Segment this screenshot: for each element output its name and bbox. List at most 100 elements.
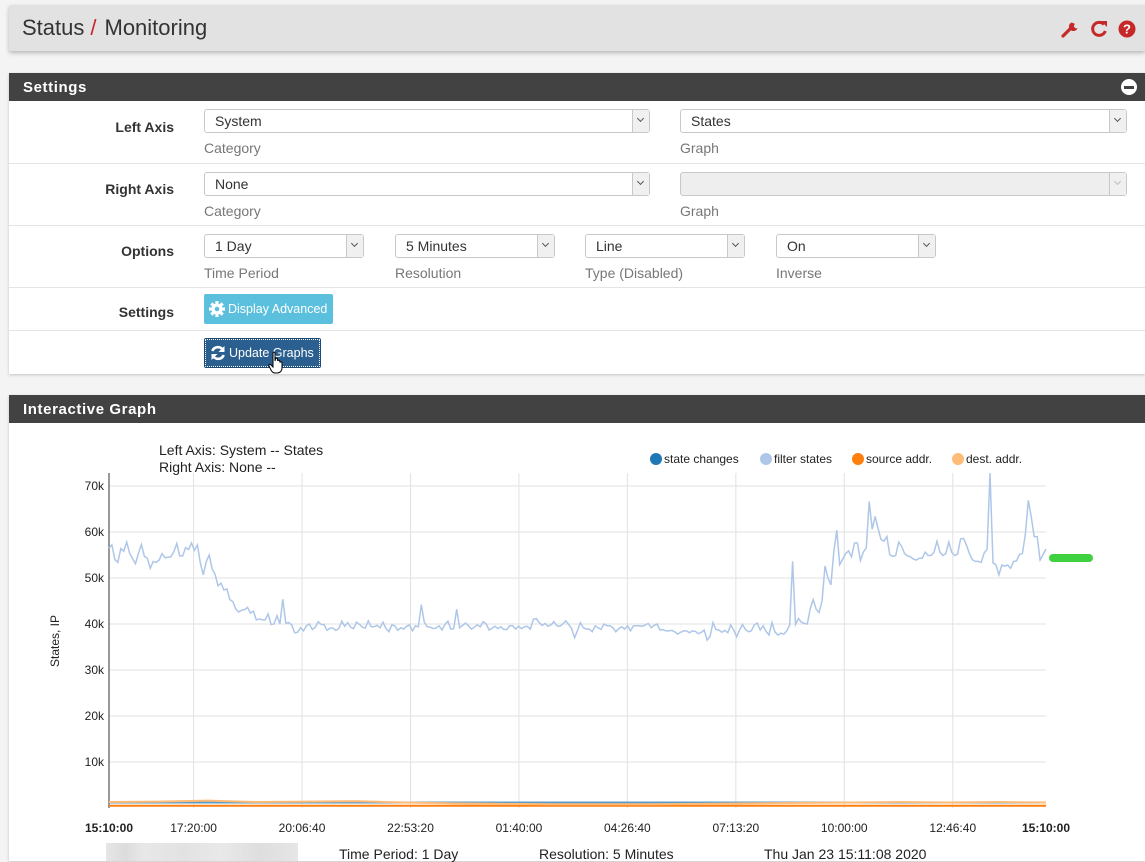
update-row: Update Graphs <box>9 331 1145 374</box>
time-period-value: 1 Day <box>215 238 252 254</box>
resolution-help: Resolution <box>395 265 462 281</box>
legend-swatch <box>952 453 964 465</box>
legend-item[interactable]: dest. addr. <box>952 452 1022 466</box>
x-tick-label: 17:20:00 <box>170 821 217 835</box>
footer-resolution: Resolution: 5 Minutes <box>539 846 674 862</box>
chevron-down-icon <box>537 235 554 257</box>
legend-swatch <box>650 453 662 465</box>
breadcrumb-monitoring: Monitoring <box>104 15 208 40</box>
x-axis-ticks: 15:10:00 17:20:00 20:06:40 22:53:20 01:40:00… <box>85 821 1070 835</box>
chart-subtitle: Right Axis: None -- <box>159 459 276 475</box>
y-tick-label: 50k <box>85 571 105 585</box>
page-header: Status / Monitoring ? <box>9 5 1145 51</box>
y-axis-ticks: 10k 20k 30k 40k 50k 60k 70k <box>85 479 105 769</box>
series-lines <box>108 473 1047 807</box>
x-tick-label: 15:10:00 <box>1022 821 1070 835</box>
right-axis-graph-help: Graph <box>680 203 719 219</box>
legend-label: dest. addr. <box>966 452 1022 466</box>
footer-time-period: Time Period: 1 Day <box>339 846 459 862</box>
x-tick-label: 07:13:20 <box>712 821 759 835</box>
right-axis-row: Right Axis None Category Graph <box>9 164 1145 226</box>
chevron-down-icon <box>1109 110 1126 132</box>
right-axis-category-value: None <box>215 176 249 192</box>
x-tick-label: 01:40:00 <box>496 821 543 835</box>
type-select[interactable]: Line <box>585 234 745 258</box>
breadcrumb-separator: / <box>90 15 97 40</box>
y-tick-label: 70k <box>85 479 105 493</box>
update-graphs-button[interactable]: Update Graphs <box>204 338 321 368</box>
right-axis-graph-select <box>680 172 1127 196</box>
y-tick-label: 10k <box>85 755 105 769</box>
settings-label: Settings <box>118 304 174 320</box>
settings-panel-heading: Settings <box>9 73 1145 101</box>
y-tick-label: 40k <box>85 617 105 631</box>
type-value: Line <box>596 238 623 254</box>
breadcrumb-status[interactable]: Status <box>22 15 84 40</box>
legend-label: source addr. <box>866 452 932 466</box>
inverse-value: On <box>787 238 806 254</box>
left-axis-category-value: System <box>215 113 262 129</box>
left-axis-category-select[interactable]: System <box>204 109 650 133</box>
resolution-value: 5 Minutes <box>406 238 467 254</box>
y-tick-label: 60k <box>85 525 105 539</box>
left-axis-category-help: Category <box>204 140 261 156</box>
inverse-select[interactable]: On <box>776 234 936 258</box>
help-icon[interactable]: ? <box>1117 19 1137 39</box>
refresh-icon[interactable] <box>1089 19 1109 39</box>
time-period-select[interactable]: 1 Day <box>204 234 364 258</box>
interactive-graph-title: Interactive Graph <box>23 401 157 418</box>
left-axis-row: Left Axis System Category States Graph <box>9 101 1145 164</box>
settings-row: Settings Display Advanced <box>9 288 1145 331</box>
chevron-down-icon <box>918 235 935 257</box>
chevron-down-icon <box>727 235 744 257</box>
chevron-down-icon <box>632 110 649 132</box>
type-help: Type (Disabled) <box>585 265 684 281</box>
gear-icon <box>208 300 226 318</box>
left-axis-graph-value: States <box>691 113 731 129</box>
resolution-select[interactable]: 5 Minutes <box>395 234 555 258</box>
options-row: Options 1 Day Time Period 5 Minutes Reso… <box>9 226 1145 288</box>
right-axis-category-help: Category <box>204 203 261 219</box>
chart-grid <box>108 473 1046 808</box>
chevron-down-icon <box>346 235 363 257</box>
interactive-graph-heading: Interactive Graph <box>9 395 1145 423</box>
legend-item[interactable]: filter states <box>760 452 832 466</box>
inverse-help: Inverse <box>776 265 822 281</box>
update-graphs-label: Update Graphs <box>229 346 314 360</box>
resize-handle[interactable] <box>1049 554 1093 562</box>
footer-timestamp: Thu Jan 23 15:11:08 2020 <box>764 846 927 862</box>
legend-label: filter states <box>774 452 832 466</box>
x-tick-label: 22:53:20 <box>387 821 434 835</box>
refresh-icon <box>209 344 227 362</box>
left-axis-label: Left Axis <box>115 119 174 135</box>
redacted-block <box>106 843 298 861</box>
states-chart[interactable]: 10k 20k 30k 40k 50k 60k 70k 15:10:00 17:20:00 20… <box>9 423 1145 861</box>
display-advanced-button[interactable]: Display Advanced <box>204 294 334 324</box>
collapse-icon[interactable] <box>1121 79 1137 95</box>
legend-item[interactable]: source addr. <box>852 452 932 466</box>
legend-swatch <box>852 453 864 465</box>
left-axis-graph-select[interactable]: States <box>680 109 1127 133</box>
y-tick-label: 30k <box>85 663 105 677</box>
settings-panel: Settings Left Axis System Category State… <box>9 73 1145 374</box>
wrench-icon[interactable] <box>1061 19 1081 39</box>
options-label: Options <box>121 243 174 259</box>
left-axis-graph-help: Graph <box>680 140 719 156</box>
breadcrumb: Status / Monitoring <box>22 15 207 41</box>
legend-swatch <box>760 453 772 465</box>
legend-item[interactable]: state changes <box>650 452 739 466</box>
series-line-filter-states <box>108 473 1047 642</box>
header-icons: ? <box>1061 19 1137 39</box>
right-axis-label: Right Axis <box>105 181 174 197</box>
x-tick-label: 20:06:40 <box>279 821 326 835</box>
settings-panel-title: Settings <box>23 79 87 96</box>
right-axis-category-select[interactable]: None <box>204 172 650 196</box>
display-advanced-label: Display Advanced <box>228 302 328 316</box>
x-tick-label: 15:10:00 <box>85 821 133 835</box>
time-period-help: Time Period <box>204 265 279 281</box>
x-tick-label: 04:26:40 <box>604 821 651 835</box>
chevron-down-icon <box>1109 173 1126 195</box>
chart-legend: state changes filter states source addr. de… <box>650 452 1022 466</box>
chevron-down-icon <box>632 173 649 195</box>
y-axis-label: States, IP <box>48 615 62 667</box>
